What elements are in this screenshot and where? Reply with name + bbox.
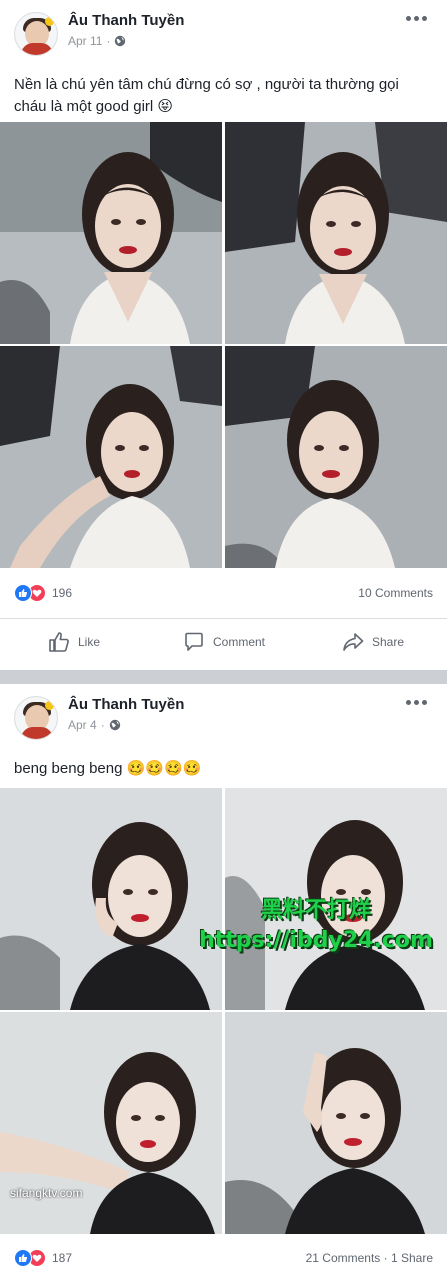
meta-dot: · <box>106 34 111 48</box>
globe-icon <box>109 719 120 731</box>
comment-icon <box>185 632 203 651</box>
watermark-overlay: 黑料不打烊 https://ibdy24.com <box>196 896 436 956</box>
photo[interactable] <box>225 346 447 568</box>
post-header: Âu Thanh Tuyền Apr 11 · <box>0 0 447 66</box>
photo[interactable] <box>225 1012 447 1234</box>
avatar[interactable] <box>14 12 58 56</box>
reactions-summary[interactable]: 187 <box>14 1249 72 1267</box>
photo-grid <box>0 788 447 1234</box>
credit-watermark: sifangktv.com <box>10 1186 83 1200</box>
more-icon <box>406 700 411 705</box>
post-stats: 196 10 Comments <box>0 578 447 608</box>
comments-shares-count[interactable]: 21 Comments · 1 Share <box>306 1251 433 1265</box>
post-meta: Apr 4 · <box>68 718 121 732</box>
watermark-line2: https://ibdy24.com <box>199 928 433 953</box>
reactions-summary[interactable]: 196 <box>14 584 72 602</box>
author-name[interactable]: Âu Thanh Tuyền <box>68 696 184 713</box>
share-icon <box>343 633 364 651</box>
like-label: Like <box>78 635 101 649</box>
post-caption: Nền là chú yên tâm chú đừng có sợ , ngườ… <box>14 76 399 115</box>
post-header: Âu Thanh Tuyền Apr 4 · <box>0 684 447 750</box>
reactions-count: 187 <box>52 1251 73 1265</box>
globe-icon <box>115 35 126 47</box>
feed-separator <box>0 670 447 684</box>
more-options-button[interactable] <box>406 700 427 705</box>
meta-dot: · <box>100 718 105 732</box>
reactions-count: 196 <box>52 586 73 600</box>
post-caption: beng beng beng 🥴🥴🥴🥴 <box>14 760 202 777</box>
post-meta: Apr 11 · <box>68 34 126 48</box>
photo[interactable] <box>0 1012 222 1234</box>
post-date[interactable]: Apr 4 <box>68 718 97 732</box>
post-stats: 187 21 Comments · 1 Share <box>0 1243 447 1273</box>
more-icon <box>406 16 411 21</box>
post-date[interactable]: Apr 11 <box>68 34 102 48</box>
more-options-button[interactable] <box>406 16 427 21</box>
photo[interactable] <box>0 122 222 344</box>
avatar[interactable] <box>14 696 58 740</box>
like-reaction-icon <box>14 1249 32 1267</box>
post-1: Âu Thanh Tuyền Apr 11 · Nền là chú yên t… <box>0 0 447 670</box>
photo-grid <box>0 122 447 568</box>
comments-count[interactable]: 10 Comments <box>358 586 433 600</box>
watermark-line1: 黑料不打烊 <box>260 898 371 923</box>
like-button[interactable]: Like <box>48 631 100 653</box>
like-reaction-icon <box>14 584 32 602</box>
share-button[interactable]: Share <box>342 631 404 653</box>
comment-button[interactable]: Comment <box>183 631 265 653</box>
author-name[interactable]: Âu Thanh Tuyền <box>68 12 184 29</box>
photo[interactable] <box>0 346 222 568</box>
action-bar: Like Comment Share <box>0 618 447 670</box>
comment-label: Comment <box>213 635 266 649</box>
share-label: Share <box>372 635 405 649</box>
thumbs-up-icon <box>49 632 69 652</box>
photo[interactable] <box>0 788 222 1010</box>
photo[interactable] <box>225 122 447 344</box>
